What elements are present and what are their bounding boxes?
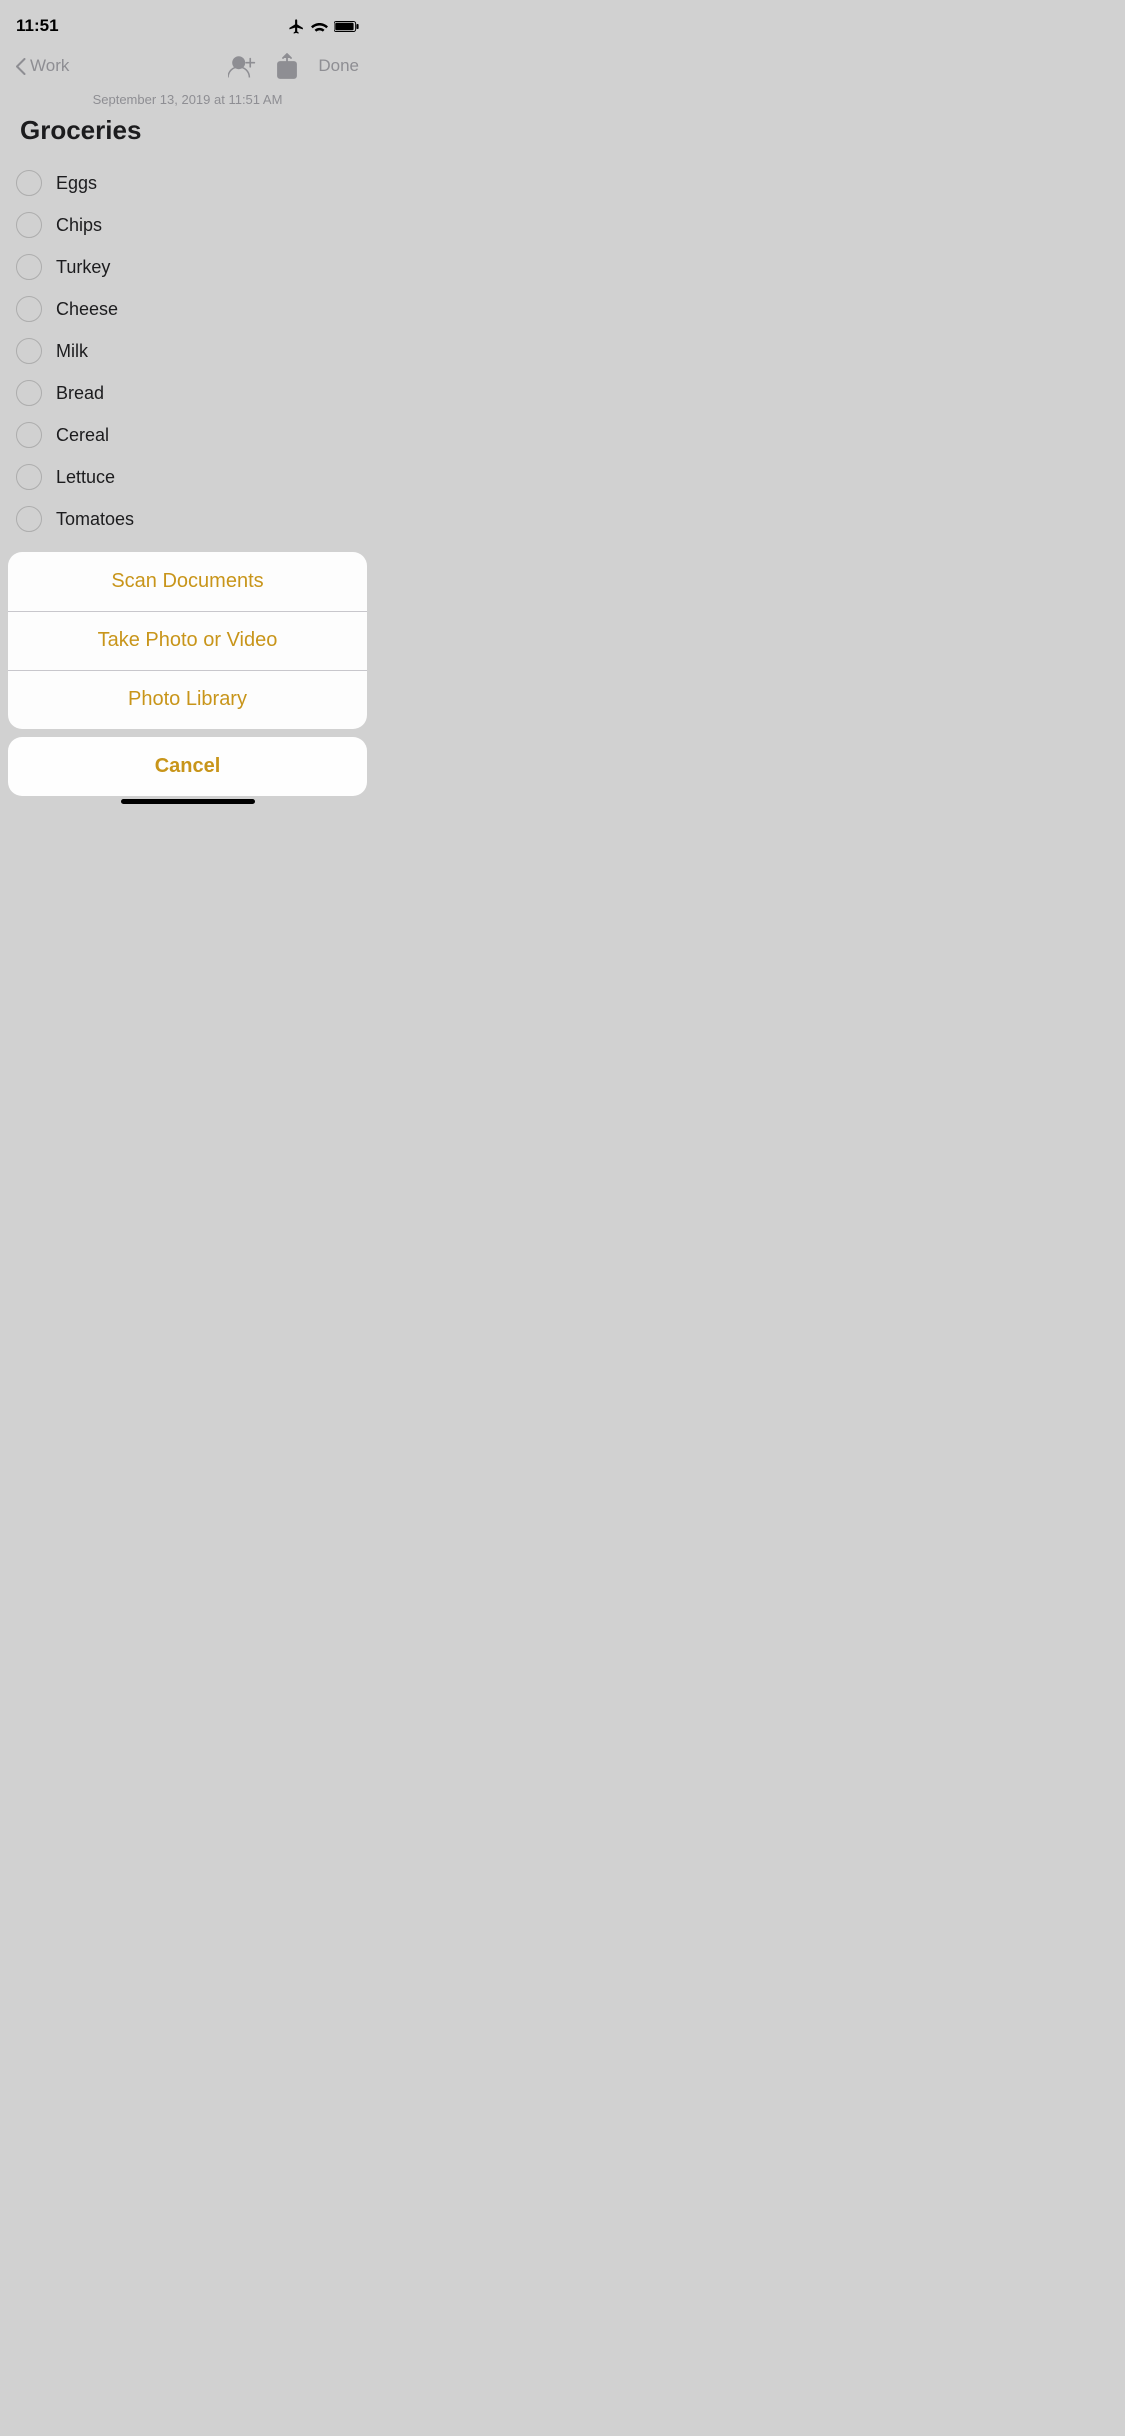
note-title: Groceries — [0, 115, 375, 162]
photo-library-button[interactable]: Photo Library — [8, 670, 367, 729]
airplane-icon — [288, 18, 305, 35]
item-label: Cereal — [56, 425, 109, 446]
checkbox-lettuce[interactable] — [16, 464, 42, 490]
status-icons — [288, 18, 359, 35]
home-indicator — [121, 799, 255, 804]
list-item[interactable]: Tomatoes — [16, 498, 359, 540]
list-item[interactable]: Bread — [16, 372, 359, 414]
action-sheet: Scan Documents Take Photo or Video Photo… — [0, 552, 375, 812]
list-item[interactable]: Chips — [16, 204, 359, 246]
item-label: Lettuce — [56, 467, 115, 488]
item-label: Bread — [56, 383, 104, 404]
item-label: Eggs — [56, 173, 97, 194]
note-date: September 13, 2019 at 11:51 AM — [0, 88, 375, 115]
battery-icon — [334, 20, 359, 33]
checkbox-eggs[interactable] — [16, 170, 42, 196]
add-person-icon[interactable] — [228, 54, 256, 78]
take-photo-button[interactable]: Take Photo or Video — [8, 611, 367, 670]
back-label: Work — [30, 56, 69, 76]
scan-documents-button[interactable]: Scan Documents — [8, 552, 367, 611]
done-button[interactable]: Done — [318, 56, 359, 76]
list-item[interactable]: Cheese — [16, 288, 359, 330]
checkbox-milk[interactable] — [16, 338, 42, 364]
wifi-icon — [311, 20, 328, 33]
status-bar: 11:51 — [0, 0, 375, 44]
checkbox-chips[interactable] — [16, 212, 42, 238]
list-item[interactable]: Turkey — [16, 246, 359, 288]
item-label: Milk — [56, 341, 88, 362]
checkbox-bread[interactable] — [16, 380, 42, 406]
nav-actions: Done — [228, 53, 359, 79]
item-label: Chips — [56, 215, 102, 236]
item-label: Tomatoes — [56, 509, 134, 530]
item-label: Cheese — [56, 299, 118, 320]
action-sheet-group: Scan Documents Take Photo or Video Photo… — [8, 552, 367, 729]
checklist: Eggs Chips Turkey Cheese Milk Bread Cere… — [0, 162, 375, 540]
list-item[interactable]: Eggs — [16, 162, 359, 204]
share-icon[interactable] — [276, 53, 298, 79]
checkbox-turkey[interactable] — [16, 254, 42, 280]
back-button[interactable]: Work — [16, 56, 69, 76]
list-item[interactable]: Lettuce — [16, 456, 359, 498]
cancel-button[interactable]: Cancel — [8, 737, 367, 796]
chevron-left-icon — [16, 58, 26, 75]
checkbox-tomatoes[interactable] — [16, 506, 42, 532]
list-item[interactable]: Milk — [16, 330, 359, 372]
status-time: 11:51 — [16, 16, 59, 36]
nav-bar: Work Done — [0, 44, 375, 88]
item-label: Turkey — [56, 257, 110, 278]
checkbox-cheese[interactable] — [16, 296, 42, 322]
action-sheet-cancel-group: Cancel — [8, 737, 367, 796]
checkbox-cereal[interactable] — [16, 422, 42, 448]
list-item[interactable]: Cereal — [16, 414, 359, 456]
